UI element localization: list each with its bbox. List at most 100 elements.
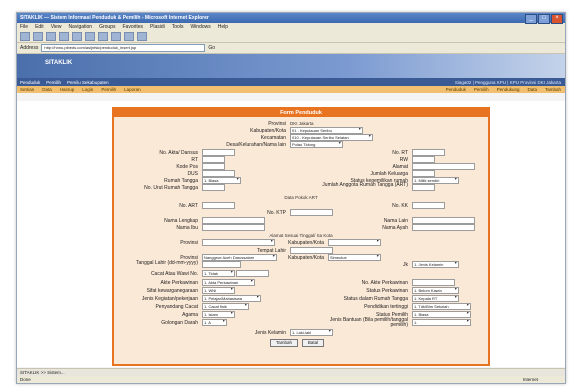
nav-pemilu[interactable]: Pemilu Sekabupaten [67, 80, 109, 85]
gol-darah-select[interactable]: 1. A [202, 319, 227, 326]
favorites-icon[interactable] [98, 32, 108, 41]
batal-button[interactable]: Batal [302, 339, 324, 347]
home-icon[interactable] [72, 32, 82, 41]
nav2-r-penduduk[interactable]: Penduduk [446, 87, 466, 92]
nama-ibu-input[interactable] [202, 224, 265, 231]
no-art-label: No. ART [179, 203, 198, 209]
jumlah-keluarga-input[interactable] [412, 170, 435, 177]
provinsi2-select[interactable] [202, 239, 275, 246]
no-urut-input[interactable] [202, 184, 225, 191]
no-akte-perkawinan-input[interactable] [412, 279, 455, 286]
back-icon[interactable] [20, 32, 30, 41]
jenis-kelamin-select[interactable]: 1. Laki-laki [290, 329, 333, 336]
maximize-icon[interactable]: □ [538, 14, 550, 24]
jenis-kegiatan-select[interactable]: 1. Pelajar/Mahasiswa [202, 295, 261, 302]
minimize-icon[interactable]: _ [525, 14, 537, 24]
menu-help[interactable]: Help [218, 24, 228, 30]
search-icon[interactable] [85, 32, 95, 41]
rt-input[interactable] [202, 156, 225, 163]
close-icon[interactable]: × [551, 14, 563, 24]
refresh-icon[interactable] [59, 32, 69, 41]
kode-pos-input[interactable] [202, 163, 225, 170]
cacat-no-input[interactable] [236, 270, 269, 277]
dus-input[interactable] [202, 170, 235, 177]
address-bar: Address http://hnnu.pibeds.com/asijnfsk/… [17, 43, 565, 54]
desa-select[interactable]: Pulau Tidung [290, 141, 343, 148]
sifat-kewarganegaraan-select[interactable]: 1. WNI [202, 287, 235, 294]
nav2-r-pendukung[interactable]: Pendukung [497, 87, 520, 92]
nav2-data[interactable]: Data [42, 87, 52, 92]
akte-perkawinan-select[interactable]: 1. Akta Perkawinan [202, 279, 255, 286]
rumah-tangga-select[interactable]: 1. Biasa [202, 177, 241, 184]
menu-groups[interactable]: Groups [99, 24, 115, 30]
kab2-select[interactable] [328, 239, 381, 246]
address-label: Address [20, 45, 39, 51]
jk-label: Jk [403, 262, 408, 268]
status-kepemilikan-select[interactable]: 1. Milik sendiri [412, 177, 459, 184]
title-bar: SITAKLIK — Sistem Informasi Penduduk & P… [17, 13, 565, 23]
menu-plasidi[interactable]: Plasidi [150, 24, 165, 30]
status-pemilih-select[interactable]: 1. Biasa [412, 311, 471, 318]
nav2-r-tambah[interactable]: Tambah [545, 87, 561, 92]
menu-view[interactable]: View [51, 24, 62, 30]
status-perkawinan-label: Status Perkawinan [366, 288, 408, 294]
menu-windows[interactable]: Windows [190, 24, 210, 30]
agama-select[interactable]: 1. Islam [202, 311, 235, 318]
history-icon[interactable] [111, 32, 121, 41]
jenis-bantuan-label: Jenis Bantuan (Bila pemilih/tanggal pemi… [329, 317, 408, 328]
menu-favorites[interactable]: Favorites [122, 24, 143, 30]
go-button[interactable]: Go [208, 45, 215, 51]
tempat-lahir-input[interactable] [290, 247, 333, 254]
status-perkawinan-select[interactable]: 1. Belum Kawin [412, 287, 459, 294]
nav2-login[interactable]: Login [82, 87, 93, 92]
dus-label: DUS [187, 171, 198, 177]
forward-icon[interactable] [33, 32, 43, 41]
no-akta-input[interactable] [202, 149, 235, 156]
provinsi3-select[interactable]: Nanggroe Aceh Darussalam [202, 254, 277, 261]
jk-select[interactable]: 1. Jenis Kelamin [412, 261, 459, 268]
nama-ayah-input[interactable] [412, 224, 475, 231]
no-kk-input[interactable] [412, 202, 445, 209]
nav-penduduk[interactable]: Penduduk [20, 80, 40, 85]
internet-zone: Internet [522, 377, 538, 382]
nav-pemilih[interactable]: Pemilih [46, 80, 61, 85]
tgl-lahir-input[interactable] [202, 261, 241, 268]
nav2-r-pemilih[interactable]: Pemilih [474, 87, 489, 92]
status-dalam-rt-select[interactable]: 1. Kepala RT [412, 295, 459, 302]
alamat-input[interactable] [412, 163, 475, 170]
kab3-select[interactable]: Simeulue [328, 254, 381, 261]
no-ktp-label: No. KTP [267, 210, 286, 216]
no-rt-input[interactable] [412, 149, 445, 156]
nav2-laporan[interactable]: Laporan [124, 87, 141, 92]
nama-lengkap-input[interactable] [202, 217, 265, 224]
nav2-pemilih[interactable]: Pemilih [101, 87, 116, 92]
kabupaten-select[interactable]: 01 - Kepulauan Seribu [290, 127, 363, 134]
nav2-setrian[interactable]: Setrian [20, 87, 34, 92]
menu-edit[interactable]: Edit [35, 24, 44, 30]
jenis-bantuan-select[interactable]: 1. [412, 319, 471, 326]
tambah-button[interactable]: Tambah [270, 339, 298, 347]
rw-input[interactable] [412, 156, 435, 163]
taskbar-item[interactable]: SITAKLIK >> Sistem... [20, 370, 65, 375]
print-icon[interactable] [137, 32, 147, 41]
window-controls: _ □ × [525, 14, 563, 24]
stop-icon[interactable] [46, 32, 56, 41]
menu-file[interactable]: File [20, 24, 28, 30]
address-input[interactable]: http://hnnu.pibeds.com/asijnfsk/penduduk… [41, 44, 206, 52]
jumlah-anggota-input[interactable] [412, 184, 435, 191]
status-area: SITAKLIK >> Sistem... Done Internet [17, 368, 565, 383]
site-logo: SITAKLIK [45, 60, 73, 66]
penyandang-cacat-select[interactable]: 1. Cacat fisik [202, 303, 249, 310]
no-art-input[interactable] [202, 202, 235, 209]
no-ktp-input[interactable] [290, 209, 333, 216]
nav2-r-data[interactable]: Data [527, 87, 537, 92]
cacat-select[interactable]: 1. Tidak [202, 270, 235, 277]
mail-icon[interactable] [124, 32, 134, 41]
nama-lain-input[interactable] [412, 217, 475, 224]
nav2-hasrup[interactable]: Hasrup [60, 87, 75, 92]
menu-navigation[interactable]: Navigation [68, 24, 92, 30]
nama-ibu-label: Nama Ibu [176, 225, 198, 231]
pendidikan-select[interactable]: 1. Tdk/Blm Sekolah [412, 303, 471, 310]
kecamatan-select[interactable]: 010 - Kepulauan Seribu Selatan [290, 134, 373, 141]
menu-tools[interactable]: Tools [172, 24, 184, 30]
